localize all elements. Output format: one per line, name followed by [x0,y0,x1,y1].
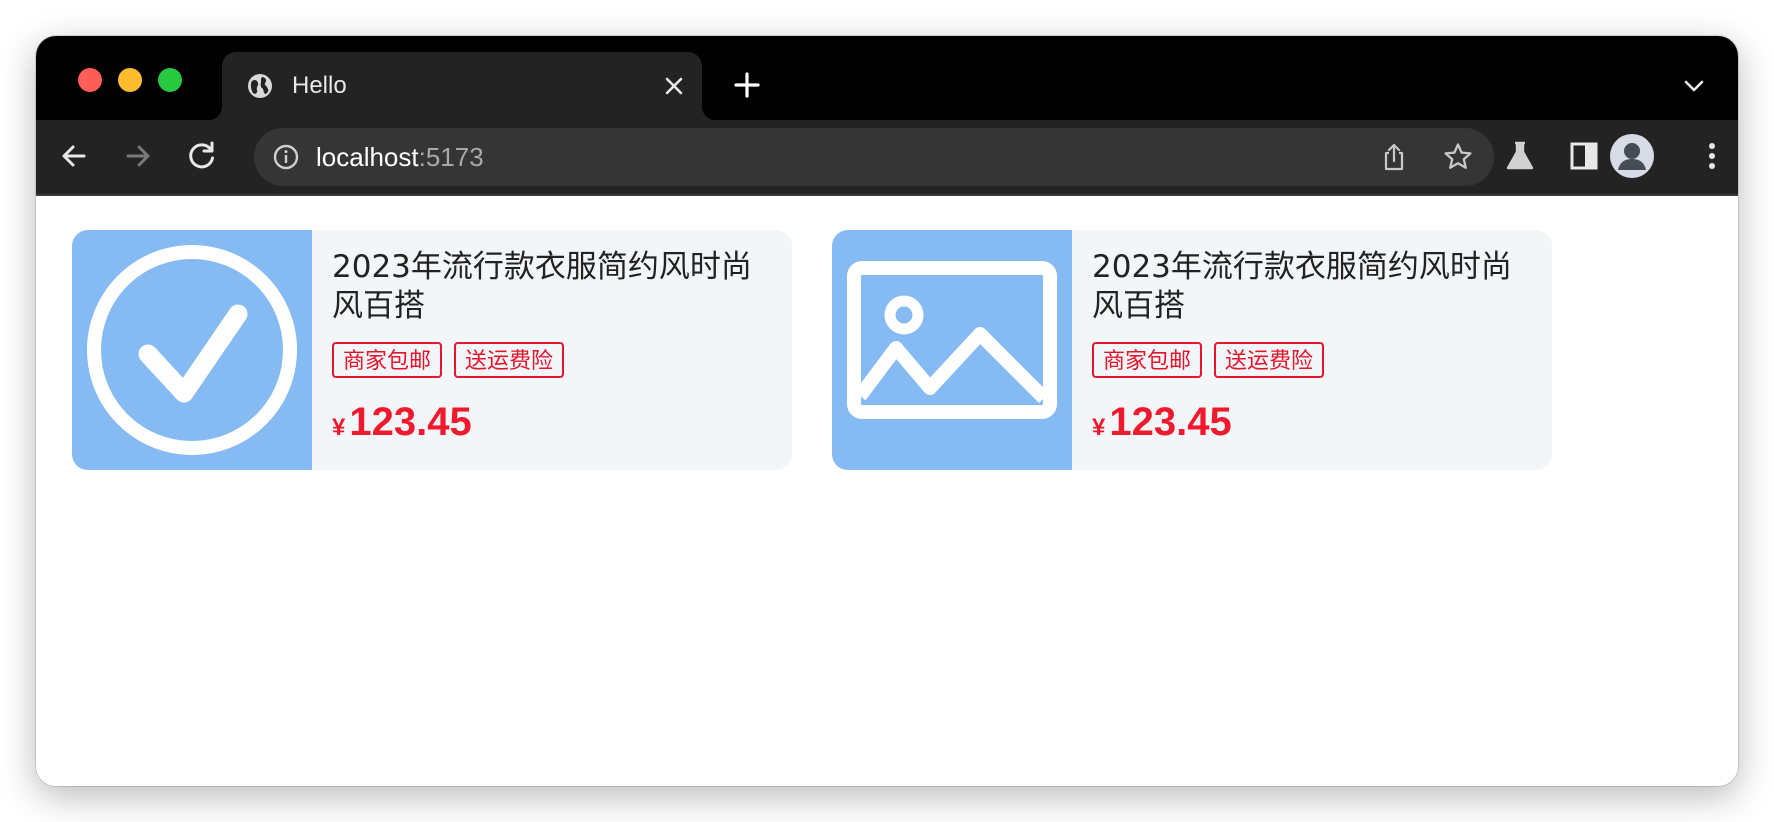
product-card[interactable]: 2023年流行款衣服简约风时尚风百搭 商家包邮 送运费险 ¥123.45 [832,230,1552,470]
screenshot-stage: Hello localhost:5173 2023年流行款衣服简约风时尚风百搭 … [0,0,1774,822]
tag-free-shipping: 商家包邮 [1092,342,1203,378]
arrow-left-icon[interactable] [56,138,92,174]
product-title: 2023年流行款衣服简约风时尚风百搭 [1092,249,1512,324]
price-currency: ¥ [332,414,346,441]
tab-hello[interactable]: Hello [208,52,716,120]
share-icon[interactable] [1378,141,1410,173]
check-circle-icon [87,245,297,455]
reload-icon[interactable] [184,138,220,174]
product-thumbnail [832,230,1072,470]
globe-icon [248,74,272,98]
browser-toolbar: localhost:5173 [36,120,1738,196]
price-amount: 123.45 [1109,400,1232,444]
flask-icon[interactable] [1502,138,1538,174]
browser-window: Hello localhost:5173 2023年流行款衣服简约风时尚风百搭 … [36,36,1738,786]
profile-silhouette-icon [1618,143,1646,170]
url-text: localhost:5173 [316,142,484,172]
side-panel-icon[interactable] [1566,138,1602,174]
product-tags: 商家包邮 送运费险 [1092,342,1325,378]
tag-free-shipping: 商家包邮 [332,342,443,378]
tag-return-insurance: 送运费险 [1214,342,1325,378]
product-tags: 商家包邮 送运费险 [332,342,565,378]
chevron-down-icon[interactable] [1682,76,1706,96]
page-content: 2023年流行款衣服简约风时尚风百搭 商家包邮 送运费险 ¥123.45 202… [36,196,1738,786]
more-vert-icon[interactable] [1694,138,1730,174]
close-icon[interactable] [662,74,686,98]
address-bar[interactable]: localhost:5173 [254,128,1494,186]
price-amount: 123.45 [349,400,472,444]
avatar-icon[interactable] [1610,134,1654,178]
product-title: 2023年流行款衣服简约风时尚风百搭 [332,249,752,324]
arrow-right-icon[interactable] [120,138,156,174]
tab-title: Hello [292,72,347,99]
price-currency: ¥ [1092,414,1106,441]
info-icon[interactable] [272,143,300,171]
url-host: localhost [316,142,419,172]
product-price: ¥123.45 [332,400,472,445]
tag-return-insurance: 送运费险 [454,342,565,378]
product-price: ¥123.45 [1092,400,1232,445]
image-placeholder-icon [847,261,1057,419]
product-thumbnail [72,230,312,470]
window-minimize-button[interactable] [118,68,142,92]
tab-strip: Hello [36,36,1738,120]
product-card[interactable]: 2023年流行款衣服简约风时尚风百搭 商家包邮 送运费险 ¥123.45 [72,230,792,470]
url-port: :5173 [418,142,484,172]
star-icon[interactable] [1442,141,1474,173]
window-maximize-button[interactable] [158,68,182,92]
plus-icon[interactable] [732,70,762,100]
window-close-button[interactable] [78,68,102,92]
